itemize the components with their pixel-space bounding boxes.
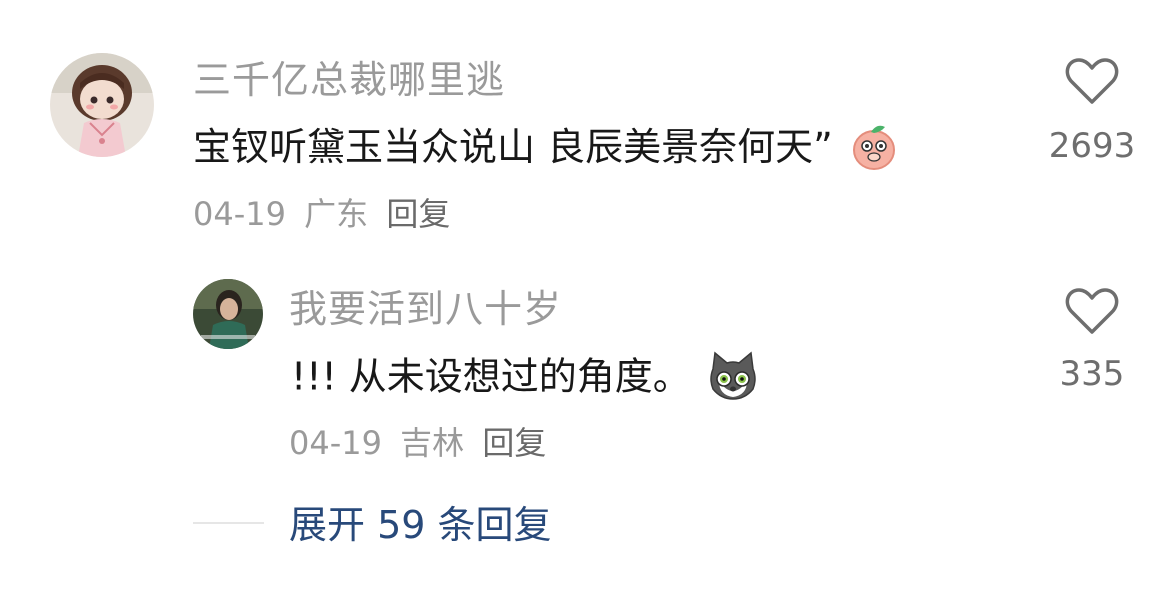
reply-date: 04-19 — [289, 424, 382, 462]
comment-meta: 04-19 广东 回复 — [193, 198, 458, 230]
person-photo-avatar-icon — [193, 279, 263, 349]
reply-text-content: !!! 从未设想过的角度。 — [291, 354, 691, 399]
reply-location: 吉林 — [400, 424, 465, 462]
comment-text: 宝钗听黛玉当众说山 良辰美景奈何天” — [193, 125, 899, 171]
like-button[interactable] — [1064, 56, 1120, 110]
reply-button[interactable]: 回复 — [482, 424, 546, 462]
shocked-cat-emoji-icon — [710, 351, 756, 400]
doll-avatar-icon — [50, 53, 154, 157]
comment-location: 广东 — [304, 195, 369, 233]
heart-icon[interactable] — [1064, 56, 1120, 106]
expand-replies-button[interactable]: 展开 59 条回复 — [289, 506, 552, 544]
like-button[interactable] — [1064, 286, 1120, 340]
comment-text-content: 宝钗听黛玉当众说山 良辰美景奈何天” — [193, 125, 833, 169]
user-avatar[interactable] — [50, 53, 154, 157]
user-avatar[interactable] — [193, 279, 263, 349]
reply-meta: 04-19 吉林 回复 — [289, 427, 554, 459]
reply-username[interactable]: 我要活到八十岁 — [289, 290, 562, 328]
reply-text: !!! 从未设想过的角度。 — [291, 351, 759, 401]
comment-date: 04-19 — [193, 195, 286, 233]
reply-button[interactable]: 回复 — [386, 195, 450, 233]
heart-icon[interactable] — [1064, 286, 1120, 336]
like-count: 335 — [1059, 354, 1125, 394]
like-count: 2693 — [1048, 126, 1136, 166]
expand-divider — [193, 522, 264, 524]
peach-shy-emoji-icon — [852, 125, 895, 170]
comment-username[interactable]: 三千亿总裁哪里逃 — [193, 61, 505, 99]
